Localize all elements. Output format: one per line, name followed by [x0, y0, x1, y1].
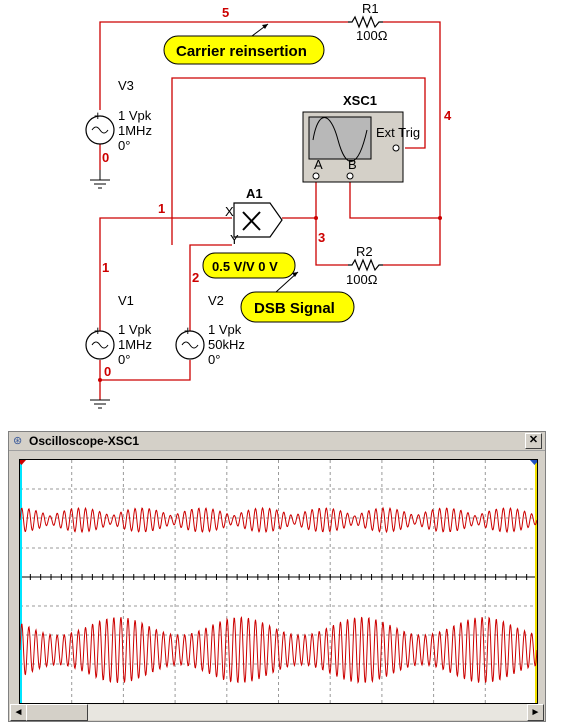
- v1-frequency: 1MHz: [118, 337, 152, 352]
- svg-text:+: +: [94, 108, 102, 123]
- carrier-note-text: Carrier reinsertion: [176, 43, 307, 60]
- v1-amplitude: 1 Vpk: [118, 322, 152, 337]
- svg-text:+: +: [184, 323, 192, 338]
- r1-name: R1: [362, 1, 379, 16]
- v3-frequency: 1MHz: [118, 123, 152, 138]
- cursor-1-handle[interactable]: [17, 460, 26, 465]
- net-label-1: 1: [158, 201, 165, 216]
- r2-value: 100Ω: [346, 272, 378, 287]
- schematic-canvas[interactable]: 5 4 1 2 3 0 0 1 R1 100Ω R2 100Ω Carrier …: [0, 0, 566, 425]
- carrier-reinsertion-note[interactable]: Carrier reinsertion: [163, 23, 325, 65]
- scrollbar-thumb[interactable]: [26, 704, 88, 721]
- v2-phase: 0°: [208, 352, 220, 367]
- dsb-signal-note[interactable]: DSB Signal: [240, 271, 355, 323]
- net-label-1-left: 1: [102, 260, 109, 275]
- window-title: Oscilloscope-XSC1: [29, 434, 140, 448]
- voltage-source-v2[interactable]: + V2 1 Vpk 50kHz 0°: [175, 293, 245, 367]
- net-label-5: 5: [222, 5, 229, 20]
- waveform-display: [17, 460, 539, 703]
- v3-amplitude: 1 Vpk: [118, 108, 152, 123]
- v1-phase: 0°: [118, 352, 130, 367]
- r1-value: 100Ω: [356, 28, 388, 43]
- oscilloscope-screen[interactable]: [17, 459, 539, 704]
- v1-name: V1: [118, 293, 134, 308]
- net-label-0-top: 0: [102, 150, 109, 165]
- resistor-r2[interactable]: R2 100Ω: [346, 244, 383, 287]
- x-input-label: X: [225, 204, 234, 219]
- net-label-3: 3: [318, 230, 325, 245]
- scope-app-icon: ⊛: [13, 435, 23, 447]
- net-label-0-bottom: 0: [104, 364, 111, 379]
- close-button[interactable]: ✕: [525, 433, 542, 449]
- v3-name: V3: [118, 78, 134, 93]
- multiplier-params-badge: 0.5 V/V 0 V: [202, 252, 296, 279]
- voltage-source-v3[interactable]: + V3 1 Vpk 1MHz 0°: [85, 78, 152, 153]
- scroll-left-button[interactable]: ◄: [10, 704, 27, 721]
- channel-a-label: A: [314, 157, 323, 172]
- v3-phase: 0°: [118, 138, 130, 153]
- horizontal-scrollbar[interactable]: ◄ ►: [10, 704, 544, 721]
- svg-text:+: +: [94, 323, 102, 338]
- resistor-r1[interactable]: R1 100Ω: [348, 1, 388, 43]
- a1-name: A1: [246, 186, 263, 201]
- r2-name: R2: [356, 244, 373, 259]
- v2-frequency: 50kHz: [208, 337, 245, 352]
- ground-symbol-bottom: [90, 399, 110, 409]
- channel-b-label: B: [348, 157, 357, 172]
- oscilloscope-titlebar[interactable]: ⊛ Oscilloscope-XSC1 ✕: [9, 432, 545, 451]
- scroll-right-button[interactable]: ►: [527, 704, 544, 721]
- xsc1-name: XSC1: [343, 93, 377, 108]
- ground-symbol-top: [90, 170, 110, 189]
- ext-trig-label: Ext Trig: [376, 125, 420, 140]
- net-label-2: 2: [192, 270, 199, 285]
- y-input-label: Y: [230, 232, 239, 247]
- v2-amplitude: 1 Vpk: [208, 322, 242, 337]
- net-label-4: 4: [444, 108, 452, 123]
- oscilloscope-window[interactable]: ⊛ Oscilloscope-XSC1 ✕ ◄ ►: [8, 431, 546, 722]
- dsb-note-text: DSB Signal: [254, 300, 335, 317]
- multiplier-a1[interactable]: A1 X Y: [225, 186, 283, 247]
- v2-name: V2: [208, 293, 224, 308]
- a1-params: 0.5 V/V 0 V: [212, 259, 278, 274]
- voltage-source-v1[interactable]: + V1 1 Vpk 1MHz 0°: [85, 293, 152, 367]
- oscilloscope-xsc1[interactable]: XSC1 Ext Trig A B: [302, 93, 420, 183]
